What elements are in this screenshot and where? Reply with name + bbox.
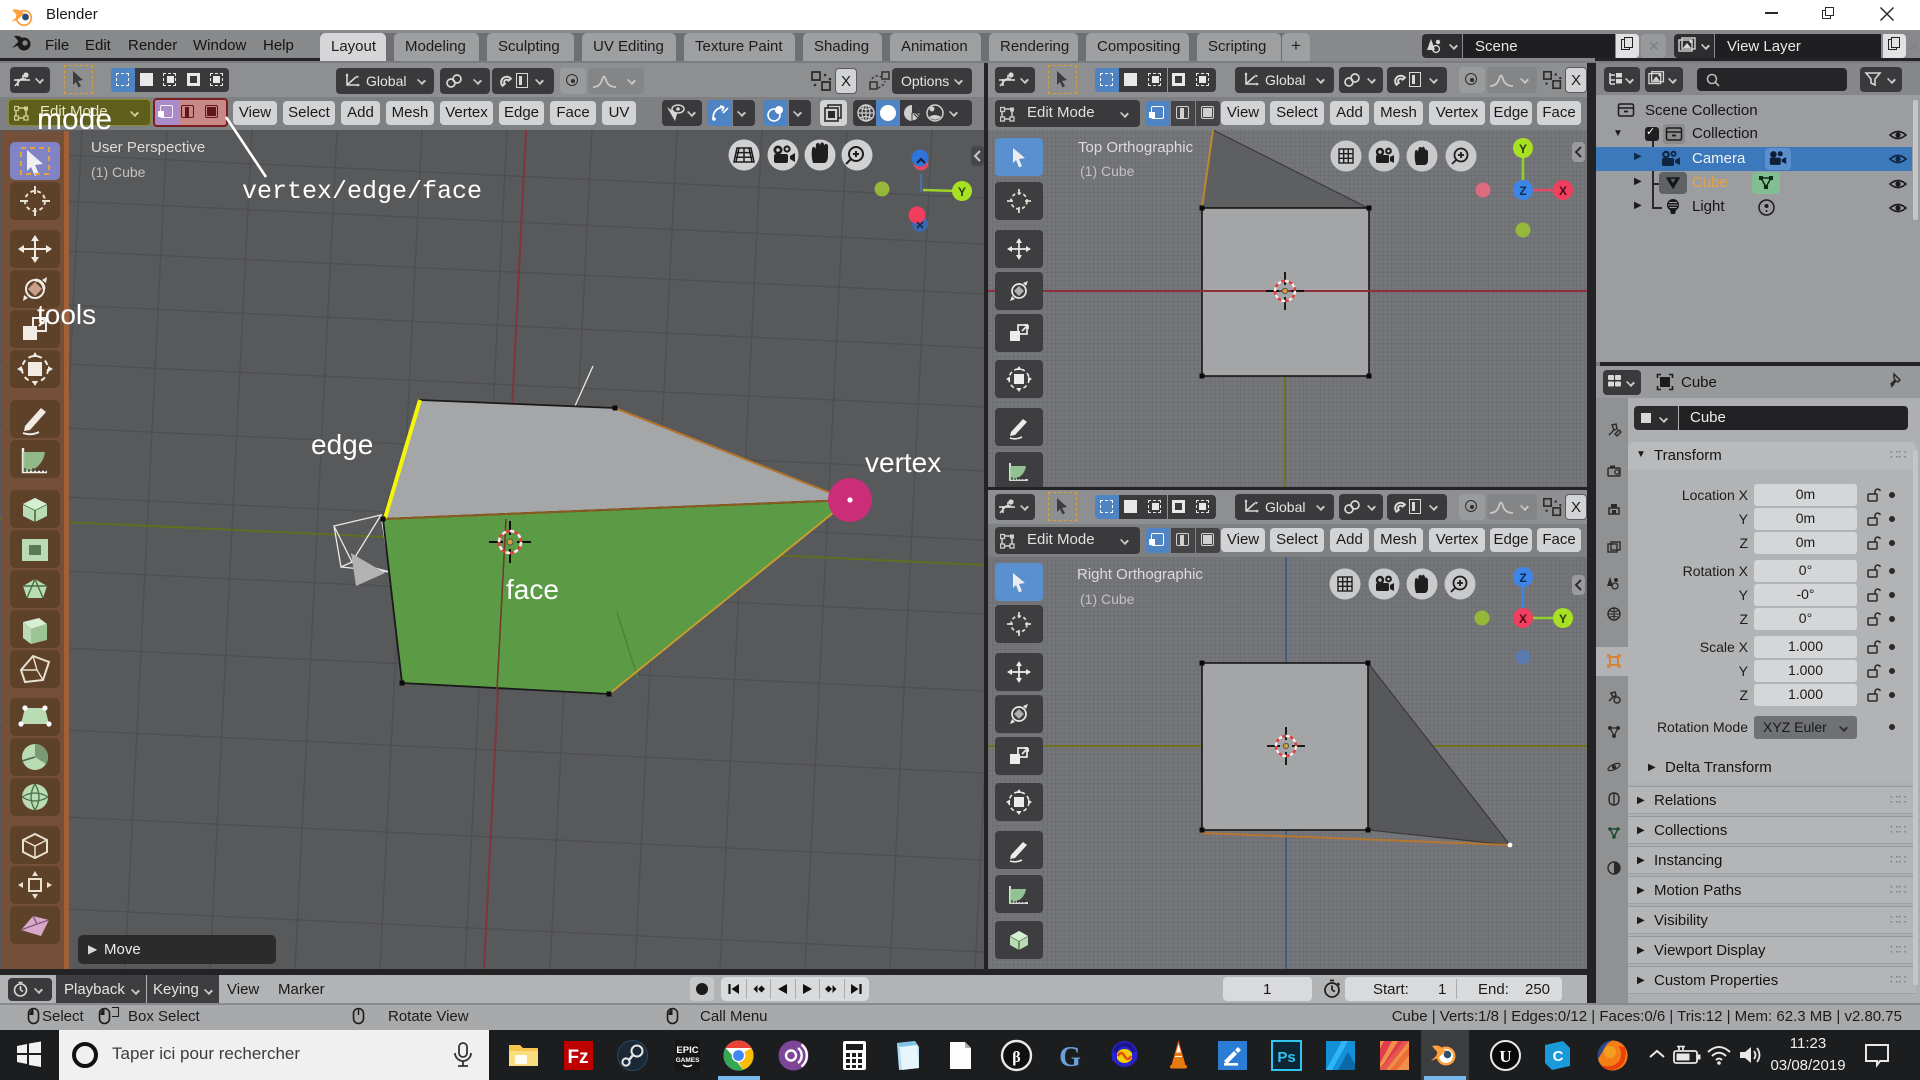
svg-text:X: X bbox=[1559, 184, 1567, 198]
svg-text:Z: Z bbox=[1519, 571, 1526, 585]
svg-text:EPIC: EPIC bbox=[676, 1045, 698, 1056]
svg-text:Fz: Fz bbox=[567, 1047, 588, 1068]
svg-text:X: X bbox=[1519, 612, 1527, 626]
svg-text:Ps: Ps bbox=[1277, 1049, 1295, 1066]
svg-text:Y: Y bbox=[1559, 612, 1567, 626]
svg-text:β: β bbox=[1012, 1049, 1020, 1066]
svg-text:Z: Z bbox=[1519, 184, 1526, 198]
svg-text:G: G bbox=[1059, 1042, 1081, 1072]
svg-text:C: C bbox=[1553, 1048, 1564, 1065]
svg-text:GAMES: GAMES bbox=[676, 1057, 701, 1064]
svg-text:Y: Y bbox=[1519, 142, 1527, 156]
svg-text:Y: Y bbox=[958, 185, 966, 199]
svg-text:U: U bbox=[1499, 1047, 1511, 1066]
